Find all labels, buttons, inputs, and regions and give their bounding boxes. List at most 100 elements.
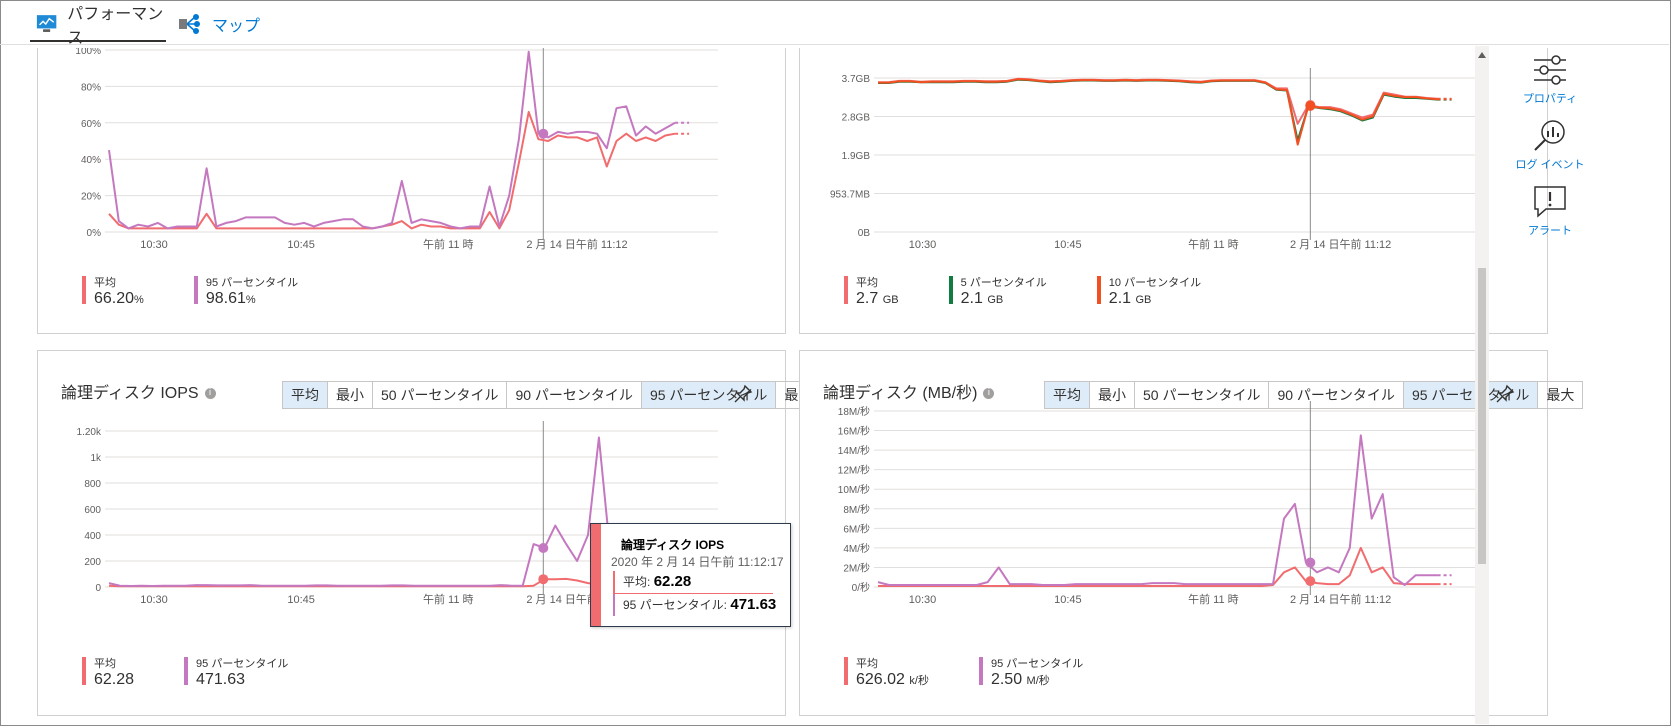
x-tick-label: 10:45 [287, 239, 315, 251]
hover-point [538, 543, 549, 553]
x-tick-label: 午前 11 時 [423, 592, 474, 606]
legend-name: 平均 [856, 277, 878, 289]
legend-color-p10 [1096, 276, 1101, 304]
legend-item-avg[interactable]: 平均 66.20% [82, 274, 144, 308]
legend-name: 95 パーセンタイル [205, 277, 299, 289]
scroll-up-arrow-icon[interactable] [1478, 52, 1486, 58]
alert-icon [1534, 186, 1566, 218]
performance-icon [36, 15, 57, 32]
hover-point [1305, 557, 1316, 568]
legend-color-p5 [948, 276, 953, 304]
tab-performance[interactable]: パフォーマンス [30, 6, 166, 47]
y-tick-label: 6M/秒 [843, 522, 870, 535]
x-tick-label: 2 月 14 日午前 11:12 [526, 237, 627, 251]
series-line [878, 78, 1438, 146]
tooltip-row-p95: 95 パーセンタイル: 471.63 [613, 594, 776, 616]
y-tick-label: 1k [90, 453, 102, 464]
legend-value: 2.1 GB [1108, 290, 1152, 307]
tab-map[interactable]: マップ [178, 8, 260, 40]
y-tick-label: 1.9GB [842, 151, 871, 162]
y-tick-label: 18M/秒 [838, 405, 870, 418]
vertical-scrollbar[interactable] [1475, 46, 1489, 724]
tooltip-time: 2020 年 2 月 14 日午前 11:12:17 [611, 555, 784, 569]
x-tick-label: 午前 11 時 [423, 237, 474, 251]
y-tick-label: 100% [75, 48, 101, 57]
x-tick-label: 2 月 14 日午前 11:12 [1290, 592, 1391, 606]
y-tick-label: 60% [81, 119, 101, 130]
legend-name: 平均 [94, 658, 116, 670]
y-tick-label: 10M/秒 [838, 483, 870, 496]
y-tick-label: 0/秒 [852, 581, 870, 594]
tooltip-title: 論理ディスク IOPS [621, 538, 725, 552]
legend-name: 平均 [94, 277, 116, 289]
y-tick-label: 0 [95, 583, 101, 594]
x-tick-label: 10:30 [909, 239, 937, 251]
series-line [877, 434, 1438, 586]
legend-name: 10 パーセンタイル [1108, 277, 1202, 289]
x-tick-label: 10:30 [140, 239, 168, 251]
log-events-button[interactable]: ログ イベント [1505, 118, 1595, 172]
disk-throughput-legend: 平均 626.02 k/秒 95 パーセンタイル 2.50 M/秒 [844, 655, 1133, 689]
legend-name: 95 パーセンタイル [196, 658, 289, 670]
y-tick-label: 8M/秒 [843, 503, 870, 516]
x-tick-label: 2 月 14 日午前 11:12 [1290, 237, 1391, 251]
view-tabs: パフォーマンス マップ [0, 0, 1669, 47]
x-tick-label: 午前 11 時 [1188, 237, 1239, 251]
legend-color-avg [82, 276, 86, 304]
y-tick-label: 14M/秒 [838, 444, 870, 457]
y-tick-label: 953.7MB [830, 190, 870, 201]
legend-item-p95[interactable]: 95 パーセンタイル 2.50 M/秒 [978, 655, 1084, 689]
legend-item-avg[interactable]: 平均 2.7 GB [844, 274, 899, 308]
legend-value: 66.20% [94, 290, 144, 307]
legend-color-avg [844, 276, 848, 304]
y-tick-label: 200 [84, 557, 101, 568]
scrollbar-thumb[interactable] [1478, 268, 1486, 564]
legend-color-p95 [193, 276, 198, 304]
legend-name: 平均 [856, 658, 878, 670]
y-tick-label: 16M/秒 [838, 425, 870, 438]
legend-item-avg[interactable]: 平均 626.02 k/秒 [844, 655, 929, 689]
alerts-button[interactable]: アラート [1505, 184, 1595, 238]
legend-color-avg [844, 657, 848, 685]
legend-value: 98.61% [205, 290, 256, 307]
legend-value: 626.02 k/秒 [856, 671, 929, 688]
y-tick-label: 600 [84, 505, 101, 516]
cpu-chart-card: 100% 80% 60% 40% 20% 0% 10:30 10:45 午前 11 時 2 月 1… [37, 48, 786, 334]
legend-item-p10[interactable]: 10 パーセンタイル 2.1 GB [1096, 274, 1202, 308]
log-search-icon [1534, 120, 1565, 151]
alerts-label: アラート [1528, 225, 1572, 237]
legend-name: 95 パーセンタイル [990, 658, 1084, 670]
tab-map-label: マップ [212, 18, 261, 35]
x-tick-label: 10:30 [140, 594, 168, 606]
hover-point [538, 128, 549, 139]
y-tick-label: 800 [84, 479, 101, 490]
chart-tooltip: 論理ディスク IOPS 2020 年 2 月 14 日午前 11:12:17 平… [590, 523, 791, 627]
log-events-label: ログ イベント [1515, 159, 1585, 171]
memory-legend: 平均 2.7 GB 5 パーセンタイル 2.1 GB 10 パーセンタイル 2.… [844, 274, 1251, 308]
legend-value: 2.1 GB [960, 290, 1004, 307]
legend-item-p95[interactable]: 95 パーセンタイル 471.63 [184, 655, 288, 689]
legend-value: 62.28 [94, 671, 135, 688]
y-tick-label: 80% [81, 82, 101, 93]
x-tick-label: 10:45 [1054, 594, 1082, 606]
legend-item-avg[interactable]: 平均 62.28 [82, 655, 134, 689]
x-tick-label: 10:45 [287, 594, 315, 606]
legend-item-p95[interactable]: 95 パーセンタイル 98.61% [193, 274, 299, 308]
properties-button[interactable]: プロパティ [1505, 52, 1595, 106]
y-tick-label: 12M/秒 [838, 464, 870, 477]
hover-point [538, 574, 549, 585]
tooltip-color-stripe [591, 524, 601, 626]
y-tick-label: 400 [84, 531, 101, 542]
x-tick-label: 10:30 [909, 594, 937, 606]
y-tick-label: 40% [81, 155, 101, 166]
legend-color-avg [82, 657, 86, 685]
legend-value: 471.63 [196, 671, 245, 688]
y-tick-label: 20% [81, 192, 101, 203]
series-line [108, 110, 676, 230]
y-tick-label: 0B [858, 228, 871, 239]
legend-item-p5[interactable]: 5 パーセンタイル 2.1 GB [948, 274, 1047, 308]
legend-color-p95 [184, 657, 189, 685]
tab-performance-label: パフォーマンス [67, 6, 164, 47]
legend-color-p95 [978, 657, 983, 685]
memory-chart-card: 3.7GB 2.8GB 1.9GB 953.7MB 0B 10:30 10:45 午前 11 … [799, 48, 1548, 334]
